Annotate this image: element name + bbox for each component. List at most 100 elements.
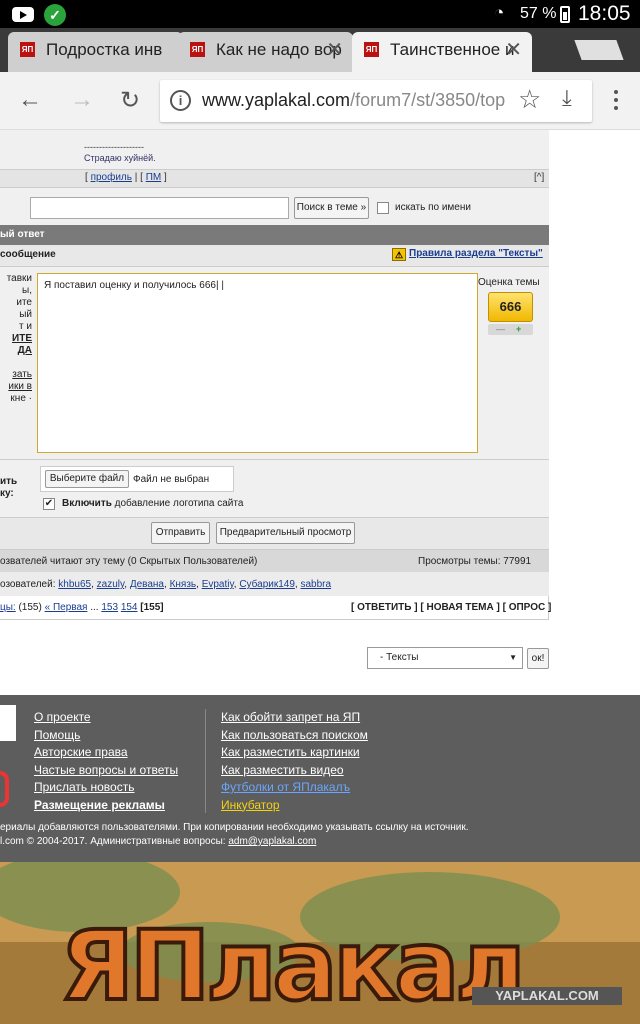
rating-controls: — + (488, 324, 533, 335)
logo-fragment (0, 705, 16, 741)
yaplakal-favicon-icon: ЯП (190, 42, 205, 57)
footer-link[interactable]: Инкубатор (221, 797, 368, 815)
top-link[interactable]: [^] (534, 172, 544, 183)
profile-link[interactable]: профиль (91, 172, 132, 183)
footer-link[interactable]: Как разместить картинки (221, 744, 368, 762)
footer-link[interactable]: Футболки от ЯПлакалъ (221, 779, 368, 797)
footer-link[interactable]: Помощь (34, 727, 178, 745)
user-link[interactable]: Девана (130, 579, 164, 590)
user-link[interactable]: Субарик149 (239, 579, 295, 590)
tab-3-active[interactable]: ЯП Таинственное и ✕ (352, 32, 532, 72)
tab-1[interactable]: ЯП Подростка инв (8, 32, 183, 72)
wifi-icon: ◔ (494, 3, 505, 22)
search-by-name-checkbox[interactable] (377, 202, 389, 214)
footer-links-col-1: О проекте Помощь Авторские права Частые … (34, 709, 178, 814)
post-links: [ профиль | [ ПМ ] (85, 172, 167, 183)
attach-label: ить ку: (0, 476, 18, 499)
file-input[interactable]: Выберите файл Файл не выбран (40, 466, 234, 492)
address-bar[interactable]: i www.yaplakal.com/forum7/st/3850/top ☆ … (160, 80, 592, 122)
signature-divider: -------------------- (84, 142, 144, 152)
fast-reply-bar: ый ответ (0, 225, 549, 245)
preview-button[interactable]: Предварительный просмотр (216, 522, 355, 544)
signature-text: Страдаю хуйнёй. (84, 153, 156, 163)
back-icon[interactable]: ← (18, 86, 42, 114)
footer-link[interactable]: О проекте (34, 709, 178, 727)
browser-toolbar: ← → ↻ i www.yaplakal.com/forum7/st/3850/… (0, 72, 640, 130)
user-link[interactable]: Evpatiy (202, 579, 234, 590)
footer-note: ериалы добавляются пользователями. При к… (0, 822, 469, 833)
page-link[interactable]: 154 (121, 602, 138, 613)
close-tab-icon[interactable]: ✕ (326, 32, 343, 68)
post-links-row: [ профиль | [ ПМ ] [^] (0, 170, 549, 188)
forward-icon[interactable]: → (70, 86, 94, 114)
topic-search-input[interactable] (30, 197, 289, 219)
new-tab-button[interactable] (574, 40, 624, 60)
warning-icon: ⚠ (392, 248, 406, 261)
submit-button[interactable]: Отправить (151, 522, 210, 544)
url-text[interactable]: www.yaplakal.com/forum7/st/3850/top (202, 90, 505, 111)
reading-users: озователей: khbu65, zazuly, Девана, Княз… (0, 579, 332, 590)
message-header: сообщение ⚠ Правила раздела "Тексты" (0, 245, 549, 267)
tab-2[interactable]: ЯП Как не надо вор ✕ (178, 32, 353, 72)
yaplakal-favicon-icon: ЯП (20, 42, 35, 57)
attachment-row: ить ку: Выберите файл Файл не выбран ✔ В… (0, 460, 549, 518)
page-content: -------------------- Страдаю хуйнёй. [ п… (0, 130, 640, 695)
check-icon: ✓ (44, 4, 66, 26)
logo-checkbox[interactable]: ✔ (43, 498, 55, 510)
footer-copyright: l.com © 2004-2017. Административные вопр… (0, 836, 317, 847)
forum-jump-ok-button[interactable]: ок! (527, 648, 549, 669)
topic-actions[interactable]: [ ОТВЕТИТЬ ] [ НОВАЯ ТЕМА ] [ ОПРОС ] (351, 602, 551, 613)
pagination: цы: (155) « Первая ... 153 154 [155] (0, 602, 164, 613)
search-by-name-label: искать по имени (395, 202, 471, 213)
rating-value: 666 (488, 292, 533, 322)
overflow-menu-icon[interactable] (614, 90, 618, 114)
close-tab-icon[interactable]: ✕ (505, 32, 522, 68)
battery-icon (560, 6, 570, 23)
tab-title: Подростка инв (46, 40, 163, 59)
footer-link[interactable]: Размещение рекламы (34, 797, 178, 815)
pm-link[interactable]: ПМ (146, 172, 162, 183)
info-icon[interactable]: i (170, 90, 191, 111)
rating-minus-button[interactable]: — (496, 324, 505, 335)
download-icon[interactable]: ⤓ (562, 85, 572, 111)
footer-link[interactable]: Авторские права (34, 744, 178, 762)
battery-level: 57 % (520, 5, 557, 22)
admin-email-link[interactable]: adm@yaplakal.com (228, 836, 316, 847)
submit-row: Отправить Предварительный просмотр (0, 518, 549, 550)
message-header-title: сообщение (0, 249, 56, 260)
page-link[interactable]: 153 (101, 602, 118, 613)
logo-checkbox-label: Включить добавление логотипа сайта (62, 498, 244, 509)
user-link[interactable]: Князь (170, 579, 197, 590)
footer-link[interactable]: Прислать новость (34, 779, 178, 797)
footer-link[interactable]: Как пользоваться поиском (221, 727, 368, 745)
fast-reply-title: ый ответ (0, 229, 45, 240)
user-link[interactable]: zazuly (97, 579, 125, 590)
clock: 18:05 (578, 2, 631, 25)
first-page-link[interactable]: « Первая (45, 602, 88, 613)
message-textarea[interactable]: Я поставил оценку и получилось 666| | (37, 273, 478, 453)
footer-link[interactable]: Как обойти запрет на ЯП (221, 709, 368, 727)
choose-file-button[interactable]: Выберите файл (45, 470, 129, 488)
reload-icon[interactable]: ↻ (120, 86, 140, 115)
search-topic-button[interactable]: Поиск в теме » (294, 197, 369, 219)
banner-logo-letters: ЯПлакал (58, 908, 528, 1024)
yaplakal-favicon-icon: ЯП (364, 42, 379, 57)
readers-count: озвателей читают эту тему (0 Скрытых Пол… (0, 556, 258, 567)
tab-strip: ЯП Подростка инв ЯП Как не надо вор ✕ ЯП… (0, 28, 640, 72)
logo-fragment-red (0, 771, 9, 807)
formatting-hints: тавки ы, ите ый т и ИТЕ ДА зать ики в кн… (6, 273, 32, 404)
search-row: Поиск в теме » искать по имени (0, 188, 549, 226)
section-rules-link[interactable]: ⚠ Правила раздела "Тексты" (392, 248, 543, 261)
user-link[interactable]: sabbra (300, 579, 331, 590)
user-link[interactable]: khbu65 (58, 579, 91, 590)
footer-links-col-2: Как обойти запрет на ЯП Как пользоваться… (221, 709, 368, 814)
forum-jump-select[interactable]: - Тексты ▼ (367, 647, 523, 669)
rating-plus-button[interactable]: + (516, 324, 521, 335)
footer-link[interactable]: Как разместить видео (221, 762, 368, 780)
youtube-icon (12, 7, 34, 22)
footer-link[interactable]: Частые вопросы и ответы (34, 762, 178, 780)
status-bar: ✓ ◔ 57 % 18:05 (0, 0, 640, 28)
bookmark-star-icon[interactable]: ☆ (518, 84, 541, 115)
site-banner: ЯПлакал YAPLAKAL.COM (0, 862, 640, 1024)
topic-views: Просмотры темы: 77991 (418, 556, 532, 567)
